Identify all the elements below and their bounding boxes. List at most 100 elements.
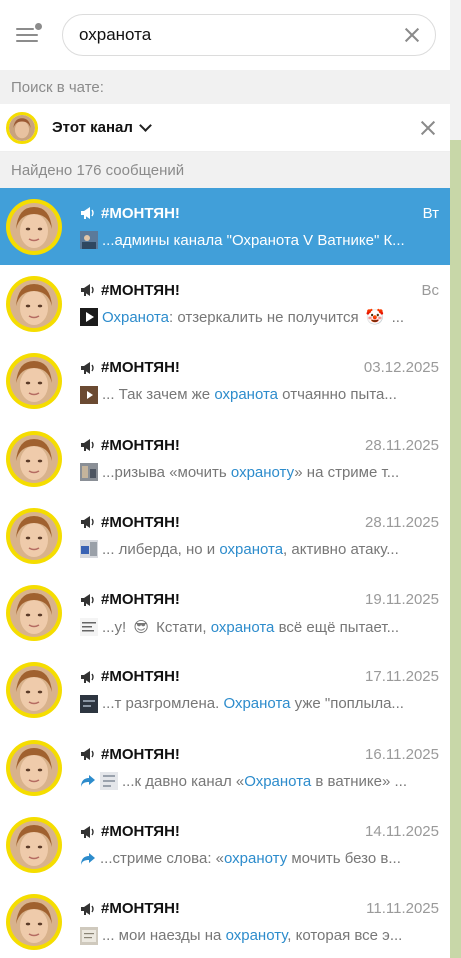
- snippet-part: ... Так зачем же: [102, 386, 215, 404]
- snippet-text: ...админы канала "Охранота V Ватнике" К.…: [102, 232, 405, 249]
- highlighted-match: охранота: [219, 540, 284, 558]
- snippet-text: Охранота: отзеркалить не получится 🤡 ...: [102, 308, 404, 326]
- megaphone-icon: [80, 902, 96, 916]
- channel-avatar: [6, 585, 62, 642]
- snippet-text: ...ризыва «мочить охраноту» на стриме т.…: [102, 464, 399, 481]
- search-result-item[interactable]: #МОНТЯН! Вс Охранота: отзеркалить не получ…: [0, 265, 450, 342]
- paper-thumb: [80, 926, 98, 945]
- search-result-item[interactable]: #МОНТЯН! 17.11.2025 ...т разгромлена. Охра…: [0, 652, 450, 729]
- channel-avatar: [6, 507, 62, 564]
- channel-name: #МОНТЯН!: [101, 359, 180, 377]
- result-header: #МОНТЯН! Вт: [80, 202, 439, 224]
- chevron-down-icon[interactable]: [139, 118, 152, 132]
- top-bar: [0, 0, 450, 70]
- search-panel: Поиск в чате: Этот канал Найдено 176 соо…: [0, 0, 450, 958]
- scope-row[interactable]: Этот канал: [0, 104, 450, 152]
- clear-search-icon[interactable]: [403, 26, 421, 44]
- search-result-item[interactable]: #МОНТЯН! 19.11.2025 ...у! 😎 Кстати, охрано…: [0, 574, 450, 651]
- snippet-part: : отзеркалить не получится: [169, 309, 363, 327]
- result-snippet: ...у! 😎 Кстати, охранота всё ещё пытает.…: [80, 616, 439, 638]
- doc-thumb: [100, 772, 118, 791]
- channel-avatar: [6, 353, 62, 410]
- result-body: #МОНТЯН! 16.11.2025 ...к давно канал «Охра…: [80, 743, 450, 792]
- result-body: #МОНТЯН! Вт ...админы канала "Охранота V В…: [80, 202, 450, 251]
- search-result-item[interactable]: #МОНТЯН! 16.11.2025 ...к давно канал «Охра…: [0, 729, 450, 806]
- text-thumb: [80, 617, 98, 636]
- snippet-text: ... Так зачем же охранота отчаянно пыта.…: [102, 386, 397, 403]
- menu-icon[interactable]: [14, 23, 42, 47]
- snippet-part: ... либерда, но и: [102, 540, 220, 558]
- result-body: #МОНТЯН! 17.11.2025 ...т разгромлена. Охра…: [80, 666, 450, 715]
- snippet-part: мочить безо в...: [287, 850, 401, 868]
- channel-avatar: [6, 111, 38, 144]
- snippet-part: ... мои наезды на: [102, 927, 226, 945]
- snippet-part: в ватнике» ...: [311, 772, 407, 790]
- snippet-part: ...у!: [102, 618, 131, 636]
- search-input[interactable]: [79, 25, 403, 45]
- highlighted-match: Охранота: [244, 772, 312, 790]
- megaphone-icon: [80, 825, 96, 839]
- channel-avatar: [6, 739, 62, 796]
- result-snippet: ...т разгромлена. Охранота уже "поплыла.…: [80, 693, 439, 715]
- result-header: #МОНТЯН! Вс: [80, 279, 439, 301]
- forward-icon: [80, 852, 96, 866]
- result-header: #МОНТЯН! 11.11.2025: [80, 898, 439, 920]
- result-date: 11.11.2025: [366, 900, 439, 918]
- megaphone-icon: [80, 747, 96, 761]
- snippet-text: ...к давно канал «Охранота в ватнике» ..…: [122, 773, 407, 790]
- scope-label: Этот канал: [52, 119, 133, 136]
- video-thumb: [80, 231, 98, 250]
- channel-avatar: [6, 198, 62, 255]
- dark-thumb: [80, 694, 98, 713]
- highlighted-match: Охранота: [223, 695, 291, 713]
- channel-name: #МОНТЯН!: [101, 900, 180, 918]
- snippet-part: Кстати,: [151, 618, 211, 636]
- snippet-part: ...ризыва «мочить: [102, 463, 231, 481]
- channel-avatar: [6, 430, 62, 487]
- search-result-item[interactable]: #МОНТЯН! 03.12.2025 ... Так зачем же охран…: [0, 343, 450, 420]
- result-body: #МОНТЯН! 28.11.2025 ...ризыва «мочить охра…: [80, 434, 450, 483]
- result-header: #МОНТЯН! 28.11.2025: [80, 511, 439, 533]
- result-snippet: ...админы канала "Охранота V Ватнике" К.…: [80, 229, 439, 251]
- emoji: 😎: [133, 618, 149, 636]
- result-date: 14.11.2025: [365, 823, 439, 841]
- result-snippet: ...стриме слова: «охраноту мочить безо в…: [80, 848, 439, 870]
- result-header: #МОНТЯН! 14.11.2025: [80, 821, 439, 843]
- megaphone-icon: [80, 515, 96, 529]
- search-result-item[interactable]: #МОНТЯН! Вт ...админы канала "Охранота V В…: [0, 188, 450, 266]
- channel-name: #МОНТЯН!: [101, 204, 180, 222]
- highlighted-match: охранота: [210, 618, 275, 636]
- result-body: #МОНТЯН! 28.11.2025 ... либерда, но и охра…: [80, 511, 450, 560]
- result-header: #МОНТЯН! 19.11.2025: [80, 589, 439, 611]
- snippet-part: , активно атаку...: [283, 540, 399, 558]
- close-scope-icon[interactable]: [420, 120, 436, 136]
- search-result-item[interactable]: #МОНТЯН! 28.11.2025 ...ризыва «мочить охра…: [0, 420, 450, 497]
- chat-search-label: Поиск в чате:: [0, 70, 450, 104]
- snippet-part: ...т разгромлена.: [102, 695, 224, 713]
- megaphone-icon: [80, 438, 96, 452]
- result-header: #МОНТЯН! 16.11.2025: [80, 743, 439, 765]
- channel-name: #МОНТЯН!: [101, 281, 180, 299]
- snippet-part: уже "поплыла...: [290, 695, 404, 713]
- result-date: 17.11.2025: [365, 668, 439, 686]
- search-result-item[interactable]: #МОНТЯН! 11.11.2025 ... мои наезды на охра…: [0, 884, 450, 958]
- search-result-item[interactable]: #МОНТЯН! 28.11.2025 ... либерда, но и охра…: [0, 497, 450, 574]
- channel-avatar: [6, 662, 62, 719]
- megaphone-icon: [80, 361, 96, 375]
- result-date: 28.11.2025: [365, 436, 439, 454]
- highlighted-match: охраноту: [225, 927, 288, 945]
- snippet-part: ...: [387, 309, 405, 327]
- search-result-item[interactable]: #МОНТЯН! 14.11.2025 ...стриме слова: «охра…: [0, 806, 450, 883]
- channel-name: #МОНТЯН!: [101, 745, 180, 763]
- result-body: #МОНТЯН! 19.11.2025 ...у! 😎 Кстати, охрано…: [80, 589, 450, 638]
- photo-thumb: [80, 463, 98, 482]
- result-header: #МОНТЯН! 28.11.2025: [80, 434, 439, 456]
- snippet-part: » на стриме т...: [294, 463, 400, 481]
- result-snippet: ... мои наезды на охраноту, которая все …: [80, 925, 439, 947]
- result-date: 03.12.2025: [363, 359, 439, 377]
- channel-name: #МОНТЯН!: [101, 668, 180, 686]
- snippet-part: , которая все э...: [287, 927, 403, 945]
- emoji: 🤡: [365, 309, 385, 327]
- channel-name: #МОНТЯН!: [101, 513, 180, 531]
- highlighted-match: охранота: [214, 386, 279, 404]
